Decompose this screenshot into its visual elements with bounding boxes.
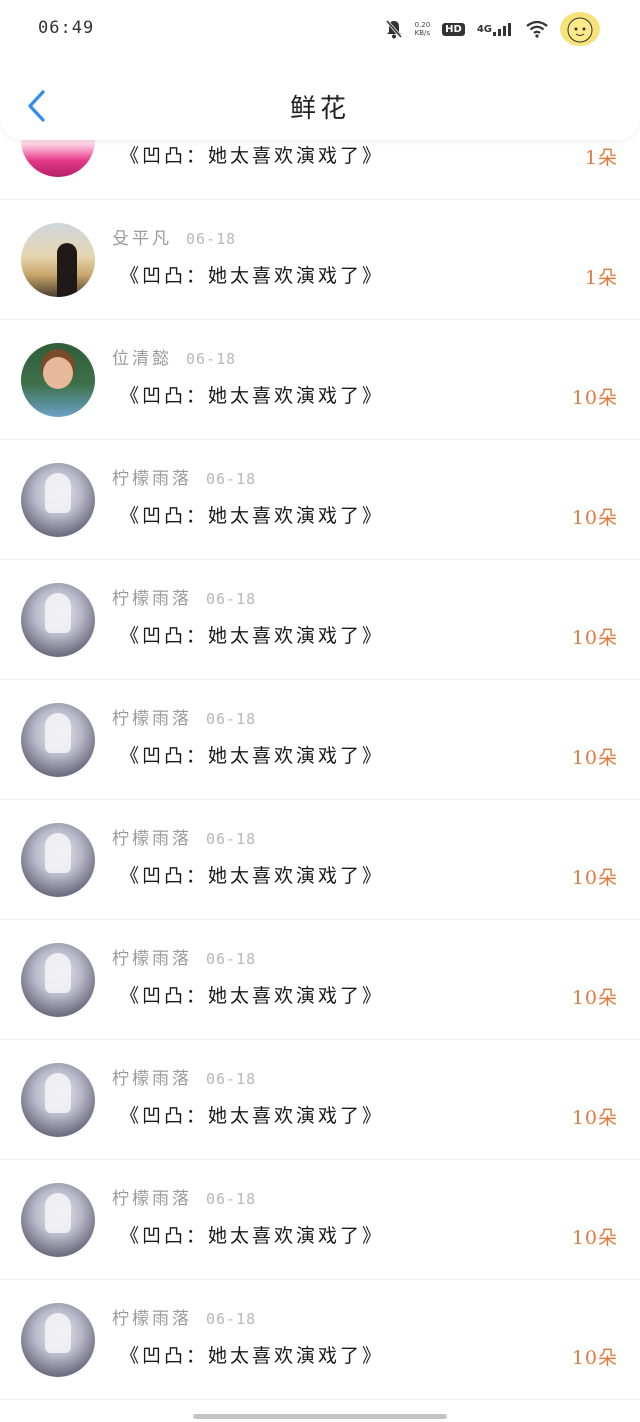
- avatar[interactable]: [21, 1063, 95, 1137]
- user-name[interactable]: 位清懿: [112, 349, 172, 369]
- name-line: 柠檬雨落 06-18: [112, 1304, 256, 1329]
- wifi-icon: [526, 20, 548, 38]
- flower-count: 10朵: [571, 1107, 618, 1129]
- page-title: 鲜花: [289, 94, 350, 124]
- signal-icon: 4G: [477, 21, 514, 37]
- flower-count: 1朵: [584, 267, 618, 289]
- flower-count: 10朵: [571, 987, 618, 1009]
- date: 06-18: [186, 230, 237, 248]
- user-name[interactable]: 柠檬雨落: [112, 1189, 192, 1209]
- avatar[interactable]: [21, 1303, 95, 1377]
- hd-badge: HD: [442, 22, 465, 36]
- user-name[interactable]: 柠檬雨落: [112, 1309, 192, 1329]
- date: 06-18: [206, 1070, 257, 1088]
- date: 06-18: [206, 1190, 257, 1208]
- avatar[interactable]: [21, 943, 95, 1017]
- flower-count: 1朵: [584, 147, 618, 169]
- name-line: 殳平凡 06-18: [112, 224, 236, 249]
- flower-count: 10朵: [571, 507, 618, 529]
- message-text: 《凹凸：她太喜欢演戏了》: [120, 1345, 385, 1367]
- flower-count: 10朵: [571, 1227, 618, 1249]
- flower-count: 10朵: [571, 627, 618, 649]
- date: 06-18: [206, 1310, 257, 1328]
- bell-muted-icon: [385, 19, 403, 39]
- list-item[interactable]: 柠檬雨落 06-18 《凹凸：她太喜欢演戏了》 10朵: [0, 920, 640, 1040]
- message-text: 《凹凸：她太喜欢演戏了》: [120, 145, 385, 167]
- list-item[interactable]: 柠檬雨落 06-18 《凹凸：她太喜欢演戏了》 10朵: [0, 1040, 640, 1160]
- name-line: 柠檬雨落 06-18: [112, 584, 256, 609]
- nav-header: 鲜花: [0, 70, 640, 142]
- flower-count: 10朵: [571, 867, 618, 889]
- date: 06-18: [206, 950, 257, 968]
- user-name[interactable]: 柠檬雨落: [112, 709, 192, 729]
- message-text: 《凹凸：她太喜欢演戏了》: [120, 265, 385, 287]
- message-text: 《凹凸：她太喜欢演戏了》: [120, 385, 385, 407]
- list-item[interactable]: 柠檬雨落 06-18 《凹凸：她太喜欢演戏了》 10朵: [0, 440, 640, 560]
- list-item[interactable]: 柠檬雨落 06-18 《凹凸：她太喜欢演戏了》 10朵: [0, 560, 640, 680]
- name-line: 柠檬雨落 06-18: [112, 704, 256, 729]
- list-item[interactable]: 柠檬雨落 06-18 《凹凸：她太喜欢演戏了》 10朵: [0, 680, 640, 800]
- avatar[interactable]: [21, 1183, 95, 1257]
- user-name[interactable]: 殳平凡: [112, 229, 172, 249]
- net-speed: 0.20 KB/s: [415, 21, 431, 37]
- message-text: 《凹凸：她太喜欢演戏了》: [120, 745, 385, 767]
- message-text: 《凹凸：她太喜欢演戏了》: [120, 1225, 385, 1247]
- name-line: 位清懿 06-18: [112, 344, 236, 369]
- message-text: 《凹凸：她太喜欢演戏了》: [120, 1105, 385, 1127]
- list-item[interactable]: 柠檬雨落 06-18 《凹凸：她太喜欢演戏了》 10朵: [0, 1280, 640, 1400]
- home-indicator[interactable]: [193, 1414, 447, 1419]
- date: 06-18: [206, 470, 257, 488]
- name-line: 柠檬雨落 06-18: [112, 824, 256, 849]
- date: 06-18: [206, 830, 257, 848]
- status-time: 06:49: [38, 18, 95, 38]
- net-speed-value: 0.20: [414, 21, 431, 29]
- user-name[interactable]: 柠檬雨落: [112, 589, 192, 609]
- message-text: 《凹凸：她太喜欢演戏了》: [120, 865, 385, 887]
- message-text: 《凹凸：她太喜欢演戏了》: [120, 985, 385, 1007]
- avatar[interactable]: [21, 823, 95, 897]
- status-icons: 0.20 KB/s HD 4G: [385, 12, 600, 46]
- avatar[interactable]: [21, 703, 95, 777]
- list-item[interactable]: 殳平凡 06-18 《凹凸：她太喜欢演戏了》 1朵: [0, 200, 640, 320]
- user-name[interactable]: 柠檬雨落: [112, 949, 192, 969]
- avatar[interactable]: [21, 463, 95, 537]
- date: 06-18: [206, 590, 257, 608]
- flower-count: 10朵: [571, 747, 618, 769]
- list-item[interactable]: 柠檬雨落 06-18 《凹凸：她太喜欢演戏了》 10朵: [0, 1160, 640, 1280]
- user-name[interactable]: 柠檬雨落: [112, 829, 192, 849]
- user-name[interactable]: 柠檬雨落: [112, 469, 192, 489]
- name-line: 柠檬雨落 06-18: [112, 1184, 256, 1209]
- message-text: 《凹凸：她太喜欢演戏了》: [120, 505, 385, 527]
- net-speed-unit: KB/s: [414, 29, 431, 37]
- name-line: 柠檬雨落 06-18: [112, 1064, 256, 1089]
- status-bar: 06:49 0.20 KB/s HD 4G: [0, 0, 640, 56]
- list-item[interactable]: 位清懿 06-18 《凹凸：她太喜欢演戏了》 10朵: [0, 320, 640, 440]
- message-text: 《凹凸：她太喜欢演戏了》: [120, 625, 385, 647]
- avatar[interactable]: [21, 583, 95, 657]
- avatar[interactable]: [21, 343, 95, 417]
- name-line: 柠檬雨落 06-18: [112, 464, 256, 489]
- network-label: 4G: [476, 23, 492, 35]
- top-bar: 06:49 0.20 KB/s HD 4G 鲜花: [0, 0, 640, 140]
- list-item[interactable]: 柠檬雨落 06-18 《凹凸：她太喜欢演戏了》 10朵: [0, 800, 640, 920]
- name-line: 柠檬雨落 06-18: [112, 944, 256, 969]
- avatar[interactable]: [21, 223, 95, 297]
- user-name[interactable]: 柠檬雨落: [112, 1069, 192, 1089]
- date: 06-18: [186, 350, 237, 368]
- flower-count: 10朵: [571, 387, 618, 409]
- date: 06-18: [206, 710, 257, 728]
- avatar-sticker: [560, 12, 600, 46]
- flower-count: 10朵: [571, 1347, 618, 1369]
